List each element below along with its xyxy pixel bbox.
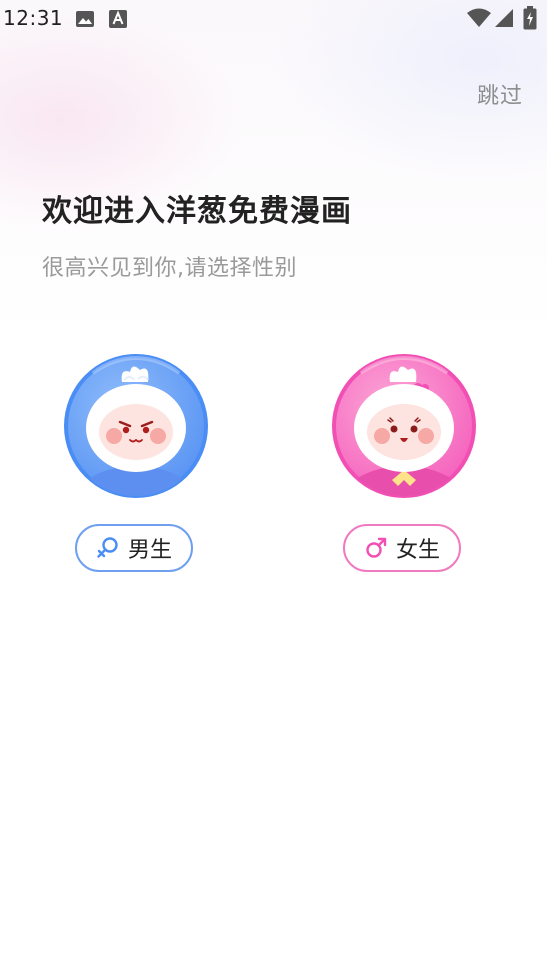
boy-onion-avatar[interactable] bbox=[62, 352, 210, 500]
text-icon bbox=[109, 10, 127, 28]
girl-onion-avatar[interactable] bbox=[330, 352, 478, 500]
page-subtitle: 很高兴见到你,请选择性别 bbox=[42, 256, 297, 281]
male-button[interactable]: 男生 bbox=[75, 524, 193, 572]
male-symbol-icon bbox=[366, 537, 387, 558]
female-symbol-icon bbox=[97, 537, 118, 558]
male-button-label: 男生 bbox=[127, 538, 172, 563]
female-button-label: 女生 bbox=[395, 538, 440, 563]
battery-charging-icon bbox=[523, 6, 537, 30]
status-bar: 12:31 bbox=[0, 0, 547, 38]
female-button[interactable]: 女生 bbox=[343, 524, 461, 572]
image-icon bbox=[76, 11, 94, 27]
wifi-icon bbox=[467, 8, 491, 27]
signal-icon bbox=[495, 9, 513, 27]
background-gradient bbox=[0, 0, 547, 340]
page-title: 欢迎进入洋葱免费漫画 bbox=[42, 194, 352, 229]
skip-button[interactable]: 跳过 bbox=[477, 78, 523, 110]
status-time: 12:31 bbox=[3, 6, 64, 30]
